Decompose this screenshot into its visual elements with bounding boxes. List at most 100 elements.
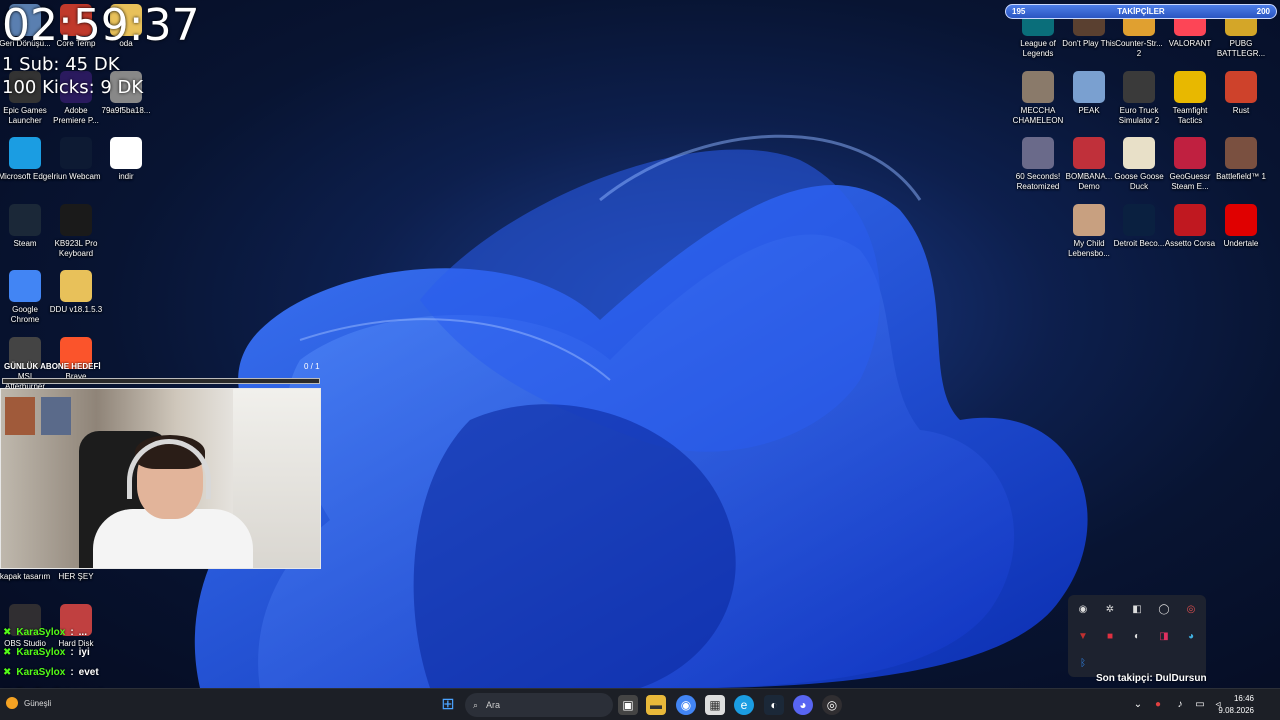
network-icon[interactable]: ▭: [1190, 695, 1210, 715]
wall-poster: [41, 397, 71, 435]
game-icon: [1073, 204, 1105, 236]
followers-label: TAKİPÇİLER: [1117, 7, 1165, 16]
start-button[interactable]: ⊞: [438, 695, 458, 715]
settings-tray-icon[interactable]: ✲: [1103, 603, 1117, 617]
desktop-shortcut[interactable]: GeoGuessr Steam E...: [1163, 137, 1217, 192]
sub-goal-line: 1 Sub: 45 DK: [2, 54, 120, 75]
desktop-shortcut[interactable]: indir: [99, 137, 153, 182]
desktop-shortcut[interactable]: DDU v18.1.5.3: [49, 270, 103, 315]
desktop-shortcut[interactable]: MECCHA CHAMELEON: [1011, 71, 1065, 126]
desktop-shortcut[interactable]: Iriun Webcam: [49, 137, 103, 182]
obs-tray-icon[interactable]: ◎: [1184, 603, 1198, 617]
followers-max: 200: [1256, 7, 1270, 16]
epic-tray-icon[interactable]: ◨: [1157, 630, 1171, 644]
desktop-shortcut-label: Undertale: [1223, 239, 1259, 248]
ets2-icon: [1123, 71, 1155, 103]
chat-separator: :: [70, 627, 74, 638]
desktop-shortcut-label: VALORANT: [1168, 39, 1212, 48]
app-tray-icon[interactable]: ◧: [1130, 603, 1144, 617]
clock-time: 16:46: [1233, 694, 1254, 703]
desktop-shortcut[interactable]: Undertale: [1214, 204, 1268, 249]
desktop-shortcut[interactable]: Steam: [0, 204, 52, 249]
desktop-shortcut-label: Battlefield™ 1: [1216, 172, 1266, 181]
desktop-shortcut[interactable]: Microsoft Edge: [0, 137, 52, 182]
app-tray-icon[interactable]: ●: [1148, 695, 1168, 715]
desktop-shortcut-label: League of Legends: [1020, 39, 1056, 58]
game-icon: [1022, 137, 1054, 169]
desktop-shortcut[interactable]: Assetto Corsa: [1163, 204, 1217, 249]
bluetooth-tray-icon[interactable]: ᛒ: [1076, 657, 1090, 671]
desktop-shortcut[interactable]: Detroit Beco...: [1112, 204, 1166, 249]
desktop-shortcut[interactable]: Euro Truck Simulator 2: [1112, 71, 1166, 126]
desktop-shortcut-label: PUBG BATTLEGR...: [1216, 39, 1266, 58]
taskbar-search[interactable]: ⌕ Ara: [465, 693, 613, 717]
weather-label: Güneşli: [24, 698, 52, 708]
desktop-shortcut-label: Adobe Premiere P...: [53, 106, 99, 125]
chrome-icon[interactable]: ◉: [676, 695, 696, 715]
chat-message: ✖ KaraSylox:...: [3, 627, 87, 638]
iriun-tray-icon[interactable]: ◯: [1157, 603, 1171, 617]
desktop-shortcut-label: Don't Play This: [1062, 39, 1116, 48]
desktop-shortcut-label: GeoGuessr Steam E...: [1169, 172, 1211, 191]
desktop-shortcut-label: Euro Truck Simulator 2: [1118, 106, 1160, 125]
desktop-shortcut-label: 79a9f5ba18...: [101, 106, 151, 115]
obs-icon[interactable]: ◎: [822, 695, 842, 715]
store-icon[interactable]: ▦: [705, 695, 725, 715]
microphone-icon[interactable]: ♪: [1170, 695, 1190, 715]
chat-separator: :: [70, 667, 74, 678]
keyboard-tray-icon[interactable]: ■: [1103, 630, 1117, 644]
desktop-shortcut[interactable]: Google Chrome: [0, 270, 52, 325]
system-clock[interactable]: 16:46 9.08.2026: [1218, 693, 1254, 717]
chat-separator: :: [70, 647, 74, 658]
steam-icon: [9, 204, 41, 236]
peak-icon: [1073, 71, 1105, 103]
desktop-shortcut-label: Goose Goose Duck: [1114, 172, 1164, 191]
daily-sub-goal: GÜNLÜK ABONE HEDEFİ 0 / 1: [2, 360, 320, 386]
desktop-shortcut-label: PEAK: [1078, 106, 1100, 115]
webcam-feed: [0, 388, 321, 569]
kick-badge-icon: ✖: [3, 627, 12, 638]
game-icon: [1073, 137, 1105, 169]
desktop-shortcut[interactable]: My Child Lebensbo...: [1062, 204, 1116, 259]
msi-tray-icon[interactable]: ▼: [1076, 630, 1090, 644]
followers-min: 195: [1012, 7, 1026, 16]
chat-text: evet: [78, 667, 99, 678]
keyboard-icon: [60, 204, 92, 236]
desktop-shortcut-label: Iriun Webcam: [51, 172, 101, 181]
discord-icon[interactable]: ◕: [793, 695, 813, 715]
desktop-shortcut-label: BOMBANA... Demo: [1065, 172, 1113, 191]
desktop-shortcut[interactable]: 60 Seconds! Reatomized: [1011, 137, 1065, 192]
desktop-shortcut-label: Rust: [1232, 106, 1250, 115]
steam-tray-icon[interactable]: ◐: [1130, 630, 1144, 644]
desktop-shortcut[interactable]: Battlefield™ 1: [1214, 137, 1268, 182]
desktop-shortcut[interactable]: PEAK: [1062, 71, 1116, 116]
edge-icon[interactable]: e: [734, 695, 754, 715]
kick-badge-icon: ✖: [3, 667, 12, 678]
desktop-shortcut[interactable]: Goose Goose Duck: [1112, 137, 1166, 192]
game-icon: [1022, 71, 1054, 103]
sub-goal-progress-bar: [2, 378, 320, 384]
detroit-icon: [1123, 204, 1155, 236]
desktop-shortcut[interactable]: Rust: [1214, 71, 1268, 116]
sun-icon: [6, 697, 18, 709]
desktop-shortcut[interactable]: Teamfight Tactics: [1163, 71, 1217, 126]
chat-message: ✖ KaraSylox: evet: [3, 667, 99, 678]
edge-tray-icon[interactable]: ◕: [1184, 630, 1198, 644]
steam-icon[interactable]: ◐: [764, 695, 784, 715]
chevron-up-icon[interactable]: ⌄: [1128, 695, 1148, 715]
sub-goal-count: 0 / 1: [304, 362, 320, 371]
desktop-shortcut-label: DDU v18.1.5.3: [49, 305, 103, 314]
file-explorer-icon[interactable]: ▬: [646, 695, 666, 715]
desktop-shortcut-label: My Child Lebensbo...: [1068, 239, 1110, 258]
discord-tray-icon[interactable]: ◉: [1076, 603, 1090, 617]
weather-widget[interactable]: Güneşli: [6, 697, 51, 709]
desktop-shortcut[interactable]: BOMBANA... Demo: [1062, 137, 1116, 192]
chat-username: KaraSylox: [16, 647, 66, 658]
sub-goal-title: GÜNLÜK ABONE HEDEFİ: [4, 362, 101, 371]
iriun-icon: [60, 137, 92, 169]
taskbar: Güneşli ⊞ ⌕ Ara ▣ ▬ ◉ ▦ e ◐ ◕ ◎ ⌄ ● ♪ ▭ …: [0, 688, 1280, 720]
undertale-icon: [1225, 204, 1257, 236]
kick-goal-line: 100 Kicks: 9 DK: [2, 77, 144, 98]
task-view-icon[interactable]: ▣: [618, 695, 638, 715]
desktop-shortcut[interactable]: KB923L Pro Keyboard: [49, 204, 103, 259]
